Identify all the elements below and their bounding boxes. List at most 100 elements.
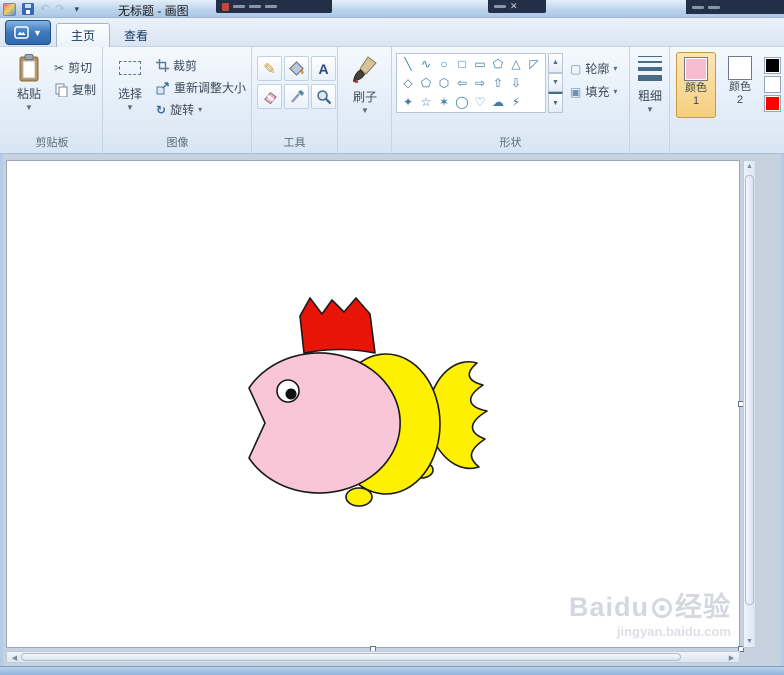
text-tool-button[interactable]: A bbox=[311, 56, 336, 81]
shape-rectangle[interactable]: □ bbox=[453, 55, 471, 73]
shapes-scroll-up-button[interactable]: ▲ bbox=[548, 53, 563, 73]
shape-arrow-right[interactable]: ⇨ bbox=[471, 74, 489, 92]
shape-cloud[interactable]: ☁ bbox=[489, 93, 507, 111]
palette-swatch-white[interactable] bbox=[764, 76, 781, 93]
shapes-expand-button[interactable]: ▼ bbox=[548, 92, 563, 114]
canvas-viewport: Baidu 经验 jingyan.baidu.com ▲ ▼ ◀ ▶ bbox=[3, 154, 781, 666]
background-tab-close-icon[interactable]: ✕ bbox=[510, 0, 518, 13]
color2-button[interactable]: 颜色 2 bbox=[720, 52, 760, 118]
tab-home[interactable]: 主页 bbox=[56, 23, 111, 47]
shapes-scroll-down-button[interactable]: ▼ bbox=[548, 72, 563, 93]
pencil-tool-button[interactable]: ✎ bbox=[257, 56, 282, 81]
eraser-icon bbox=[261, 88, 278, 105]
fish-crown bbox=[299, 297, 376, 354]
redo-icon[interactable]: ↷ bbox=[55, 2, 64, 16]
shape-arrow-left[interactable]: ⇦ bbox=[453, 74, 471, 92]
tools-group: ✎ A 工具 bbox=[252, 47, 338, 153]
undo-icon[interactable]: ↶ bbox=[40, 2, 49, 16]
pencil-icon: ✎ bbox=[263, 60, 276, 78]
shape-lightning[interactable]: ⚡ bbox=[507, 93, 525, 111]
shapes-group: ╲ ∿ ○ □ ▭ ⬠ △ ◸ ◇ ⬠ ⬡ ⇦ ⇨ ⇧ ⇩ ✦ ☆ ✶ ◯ ♡ … bbox=[392, 47, 630, 153]
size-button[interactable]: 粗细 ▼ bbox=[632, 53, 668, 114]
color1-button[interactable]: 颜色 1 bbox=[676, 52, 716, 118]
image-group: 选择 ▼ 裁剪 重新调整大小 ↻ 旋转 ▾ 图像 bbox=[104, 47, 252, 153]
magnifier-icon bbox=[316, 89, 332, 105]
fill-icon: ▣ bbox=[570, 84, 582, 99]
magnifier-tool-button[interactable] bbox=[311, 84, 336, 109]
color-picker-tool-button[interactable] bbox=[284, 84, 309, 109]
outline-button[interactable]: ▢ 轮廓 ▾ bbox=[570, 60, 617, 77]
shape-arrow-down[interactable]: ⇩ bbox=[507, 74, 525, 92]
cut-button[interactable]: ✂ 剪切 bbox=[54, 59, 92, 76]
shape-fill-button[interactable]: ▣ 填充 ▾ bbox=[570, 83, 617, 100]
watermark-suffix: 经验 bbox=[675, 592, 731, 623]
shape-curve[interactable]: ∿ bbox=[417, 55, 435, 73]
resize-button[interactable]: 重新调整大小 bbox=[156, 79, 246, 96]
rotate-icon: ↻ bbox=[156, 102, 167, 117]
colors-group: 颜色 1 颜色 2 bbox=[670, 47, 784, 153]
palette-swatch-red[interactable] bbox=[764, 95, 781, 112]
application-menu-button[interactable]: ▼ bbox=[5, 20, 51, 45]
menu-dropdown-icon: ▼ bbox=[33, 27, 42, 38]
shape-line[interactable]: ╲ bbox=[399, 55, 417, 73]
fill-tool-button[interactable] bbox=[284, 56, 309, 81]
clipboard-group: 粘贴 ▼ ✂ 剪切 复制 剪贴板 bbox=[2, 47, 103, 153]
shapes-group-label: 形状 bbox=[499, 137, 522, 149]
camera-icon bbox=[652, 597, 672, 618]
shape-oval[interactable]: ○ bbox=[435, 55, 453, 73]
scroll-right-icon[interactable]: ▶ bbox=[726, 654, 737, 662]
shape-right-triangle[interactable]: ◸ bbox=[525, 55, 543, 73]
eyedropper-icon bbox=[289, 89, 305, 105]
tab-view[interactable]: 查看 bbox=[110, 23, 162, 47]
line-thickness-icon bbox=[638, 56, 662, 81]
paint-bucket-icon bbox=[288, 60, 305, 77]
select-dropdown-icon: ▼ bbox=[126, 103, 134, 112]
shape-callout-oval[interactable]: ◯ bbox=[453, 93, 471, 111]
outline-dropdown-icon: ▾ bbox=[613, 63, 618, 73]
brushes-button[interactable]: 刷子 ▼ bbox=[342, 51, 388, 115]
palette-swatch-black[interactable] bbox=[764, 57, 781, 74]
ribbon-tab-row: ▼ 主页 查看 bbox=[0, 18, 784, 47]
shape-polygon[interactable]: ⬠ bbox=[489, 55, 507, 73]
background-window-tab[interactable] bbox=[216, 0, 332, 13]
paint-window: { "titlebar": { "title": "无标题 - 画图" }, "… bbox=[0, 0, 784, 675]
quick-access-toolbar: ↶ ↷ ▾ bbox=[3, 1, 79, 17]
qat-dropdown-icon[interactable]: ▾ bbox=[74, 4, 79, 15]
shape-diamond[interactable]: ◇ bbox=[399, 74, 417, 92]
horizontal-scroll-thumb[interactable] bbox=[21, 653, 681, 661]
copy-button[interactable]: 复制 bbox=[54, 81, 96, 98]
scroll-up-icon[interactable]: ▲ bbox=[744, 163, 755, 170]
select-button[interactable]: 选择 ▼ bbox=[110, 50, 150, 112]
background-window-tab[interactable] bbox=[686, 0, 784, 14]
shape-triangle[interactable]: △ bbox=[507, 55, 525, 73]
vertical-scroll-thumb[interactable] bbox=[745, 175, 754, 605]
shape-heart[interactable]: ♡ bbox=[471, 93, 489, 111]
eraser-tool-button[interactable] bbox=[257, 84, 282, 109]
save-icon[interactable] bbox=[22, 3, 34, 15]
horizontal-scrollbar[interactable]: ◀ ▶ bbox=[6, 651, 740, 663]
shapes-gallery-scroll: ▲ ▼ ▼ bbox=[548, 53, 563, 114]
brushes-group: 刷子 ▼ bbox=[338, 47, 392, 153]
shape-arrow-up[interactable]: ⇧ bbox=[489, 74, 507, 92]
vertical-scrollbar[interactable]: ▲ ▼ bbox=[743, 160, 756, 648]
color1-swatch bbox=[684, 57, 708, 81]
crop-button[interactable]: 裁剪 bbox=[156, 57, 197, 74]
size-group: 粗细 ▼ bbox=[630, 47, 670, 153]
shape-pentagon[interactable]: ⬠ bbox=[417, 74, 435, 92]
drawing-canvas[interactable]: Baidu 经验 jingyan.baidu.com bbox=[6, 160, 740, 648]
shape-hexagon[interactable]: ⬡ bbox=[435, 74, 453, 92]
scroll-left-icon[interactable]: ◀ bbox=[9, 654, 20, 662]
rotate-button[interactable]: ↻ 旋转 ▾ bbox=[156, 101, 202, 118]
shape-star-6[interactable]: ✶ bbox=[435, 93, 453, 111]
crop-icon bbox=[156, 59, 169, 72]
fish-head bbox=[248, 352, 401, 494]
scroll-down-icon[interactable]: ▼ bbox=[744, 638, 755, 645]
shape-star-5[interactable]: ☆ bbox=[417, 93, 435, 111]
background-window-tab[interactable]: ✕ bbox=[488, 0, 546, 13]
shape-rounded-rectangle[interactable]: ▭ bbox=[471, 55, 489, 73]
workspace: Baidu 经验 jingyan.baidu.com ▲ ▼ ◀ ▶ bbox=[0, 154, 784, 666]
scissors-icon: ✂ bbox=[54, 60, 65, 75]
paste-button[interactable]: 粘贴 ▼ bbox=[8, 50, 50, 112]
paint-app-icon[interactable] bbox=[3, 2, 16, 16]
shape-star-4[interactable]: ✦ bbox=[399, 93, 417, 111]
